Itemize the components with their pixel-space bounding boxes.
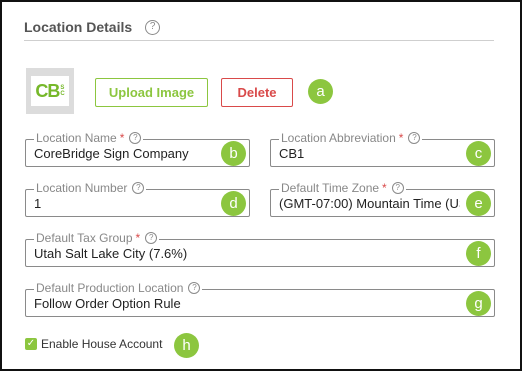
help-icon[interactable]: ?	[408, 132, 421, 144]
callout-badge-a: a	[308, 79, 333, 104]
location-number-input[interactable]: 1	[34, 196, 215, 211]
default-tax-group-field[interactable]: Default Tax Group * ? Utah Salt Lake Cit…	[25, 231, 495, 267]
enable-house-account-label[interactable]: Enable House Account	[41, 337, 162, 351]
required-marker: *	[135, 231, 141, 245]
default-tax-group-label-text: Default Tax Group	[36, 231, 133, 245]
location-number-label: Location Number ?	[34, 181, 147, 195]
location-number-field[interactable]: Location Number ? 1	[25, 181, 250, 217]
default-time-zone-select[interactable]: (GMT-07:00) Mountain Time (US	[279, 196, 460, 211]
location-name-label-text: Location Name	[36, 131, 117, 145]
section-header: Location Details ?	[24, 19, 161, 35]
logo-small-letters: S C	[60, 85, 64, 97]
required-marker: *	[398, 131, 404, 145]
required-marker: *	[119, 131, 125, 145]
logo-small-bottom: C	[60, 91, 65, 97]
location-name-label: Location Name * ?	[34, 131, 144, 145]
delete-button[interactable]: Delete	[221, 78, 293, 107]
default-time-zone-label: Default Time Zone * ?	[279, 181, 406, 195]
help-icon[interactable]: ?	[132, 182, 145, 194]
callout-badge-e: e	[466, 191, 491, 216]
location-details-panel: Location Details ? CB S C Upload Image D…	[0, 0, 522, 371]
section-title: Location Details	[24, 19, 133, 35]
callout-badge-c: c	[466, 141, 491, 166]
default-production-location-label: Default Production Location ?	[34, 281, 203, 295]
callout-badge-f: f	[466, 241, 491, 266]
location-abbreviation-input[interactable]: CB1	[279, 146, 460, 161]
default-production-location-label-text: Default Production Location	[36, 281, 184, 295]
callout-badge-b: b	[221, 141, 246, 166]
callout-badge-g: g	[466, 291, 491, 316]
default-production-location-select[interactable]: Follow Order Option Rule	[34, 296, 460, 311]
help-icon[interactable]: ?	[145, 19, 161, 35]
divider	[24, 40, 494, 41]
enable-house-account-checkbox[interactable]: ✓	[25, 338, 37, 350]
help-icon[interactable]: ?	[145, 232, 158, 244]
location-name-field[interactable]: Location Name * ? CoreBridge Sign Compan…	[25, 131, 250, 167]
default-time-zone-field[interactable]: Default Time Zone * ? (GMT-07:00) Mounta…	[270, 181, 495, 217]
location-abbreviation-field[interactable]: Location Abbreviation * ? CB1	[270, 131, 495, 167]
help-icon[interactable]: ?	[129, 132, 142, 144]
upload-image-button[interactable]: Upload Image	[95, 78, 208, 107]
callout-badge-h: h	[174, 333, 199, 358]
default-tax-group-label: Default Tax Group * ?	[34, 231, 160, 245]
location-logo-image: CB S C	[26, 68, 74, 114]
help-icon[interactable]: ?	[391, 182, 404, 194]
default-production-location-field[interactable]: Default Production Location ? Follow Ord…	[25, 281, 495, 317]
location-abbreviation-label-text: Location Abbreviation	[281, 131, 396, 145]
required-marker: *	[382, 181, 387, 195]
logo-inner: CB S C	[31, 76, 69, 106]
location-name-input[interactable]: CoreBridge Sign Company	[34, 146, 215, 161]
default-time-zone-label-text: Default Time Zone	[281, 181, 380, 195]
default-tax-group-select[interactable]: Utah Salt Lake City (7.6%)	[34, 246, 460, 261]
callout-badge-d: d	[221, 191, 246, 216]
location-abbreviation-label: Location Abbreviation * ?	[279, 131, 423, 145]
enable-house-account-row[interactable]: ✓ Enable House Account	[25, 337, 162, 351]
logo-letters: CB	[35, 80, 60, 101]
location-number-label-text: Location Number	[36, 181, 128, 195]
help-icon[interactable]: ?	[188, 282, 201, 294]
